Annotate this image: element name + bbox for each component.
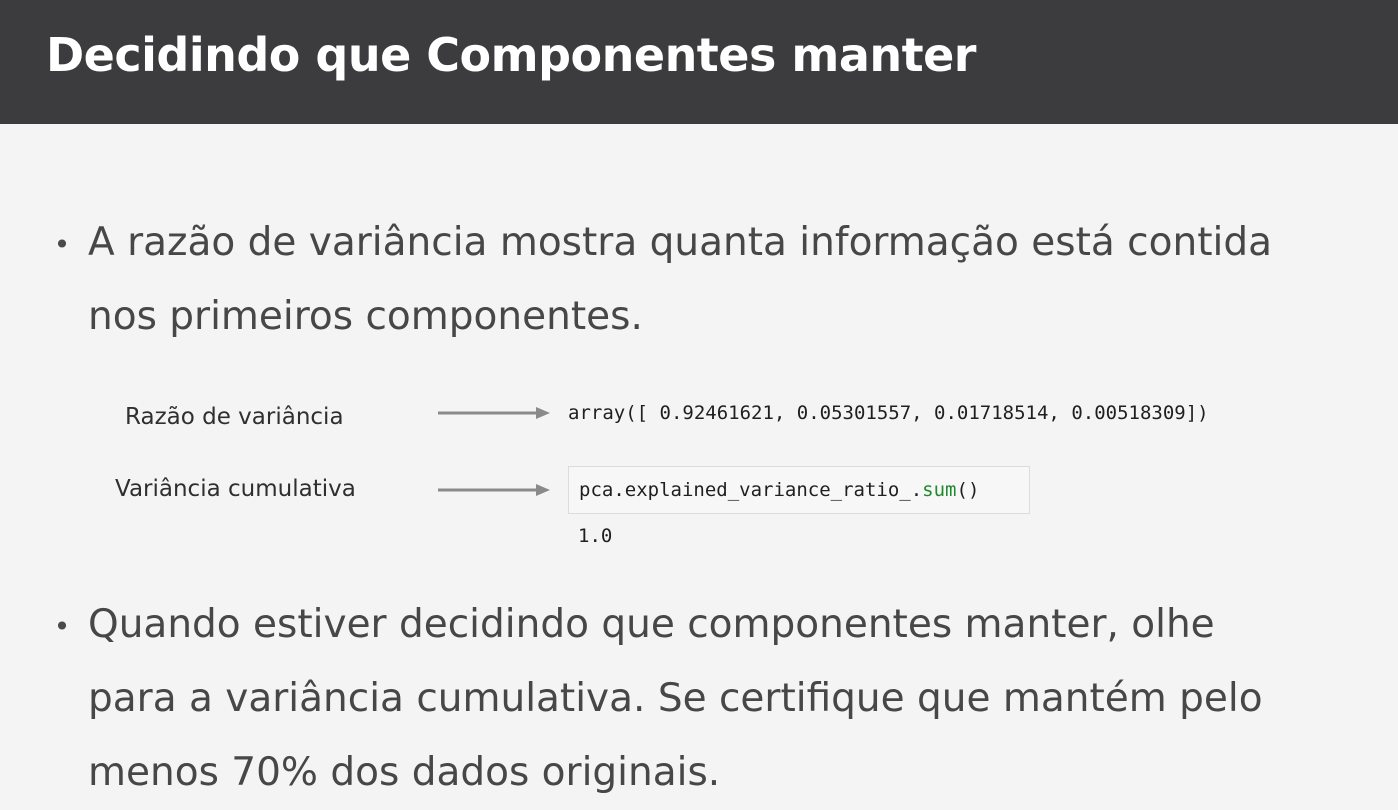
code-method: sum <box>922 479 957 501</box>
bullet-line: menos 70% dos dados originais. <box>88 750 721 795</box>
bullet-line: Quando estiver decidindo que componentes… <box>88 602 1215 647</box>
cumulative-variance-output: 1.0 <box>578 525 613 547</box>
code-input: pca.explained_variance_ratio_.sum() <box>579 479 979 501</box>
bullet-marker: • <box>53 610 71 643</box>
variance-ratio-output: array([ 0.92461621, 0.05301557, 0.017185… <box>568 402 1209 424</box>
slide-header: Decidindo que Componentes manter <box>0 0 1398 124</box>
right-arrow-icon <box>438 407 550 419</box>
bullet-line: nos primeiros componentes. <box>88 294 643 339</box>
bullet-line: A razão de variância mostra quanta infor… <box>88 220 1272 265</box>
right-arrow-icon <box>438 484 550 496</box>
code-object: pca.explained_variance_ratio_. <box>579 479 923 501</box>
bullet-text-variance-ratio: A razão de variância mostra quanta infor… <box>88 206 1348 354</box>
bullet-line: para a variância cumulativa. Se certifiq… <box>88 676 1263 721</box>
cumulative-variance-label: Variância cumulativa <box>115 476 356 502</box>
code-cell[interactable]: pca.explained_variance_ratio_.sum() <box>568 466 1030 514</box>
variance-ratio-label: Razão de variância <box>125 404 344 430</box>
bullet-text-cumulative-advice: Quando estiver decidindo que componentes… <box>88 588 1348 810</box>
code-call: () <box>956 479 980 501</box>
slide-title: Decidindo que Componentes manter <box>46 28 977 82</box>
bullet-marker: • <box>53 228 71 261</box>
